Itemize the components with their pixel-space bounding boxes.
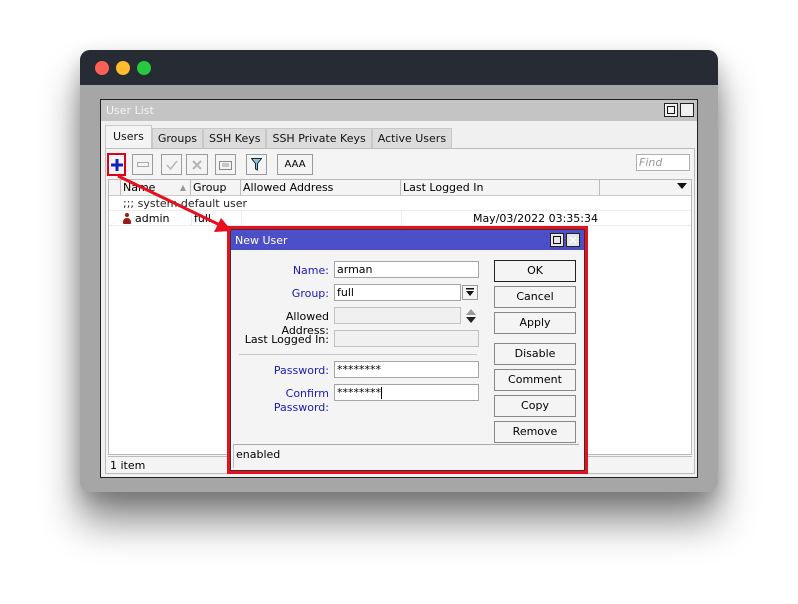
maximize-button[interactable] [664,103,678,117]
disable-button[interactable]: Disable [494,343,576,365]
group-dropdown-button[interactable] [462,285,478,300]
minimize-window-button[interactable] [116,61,130,75]
maximize-window-button[interactable] [137,61,151,75]
close-icon: ✕ [682,103,692,117]
divider [239,354,477,355]
filter-icon [251,158,262,171]
enable-button[interactable] [161,154,182,175]
cell-allowed-address [241,211,401,225]
comment-row: ;;; system default user [109,196,691,211]
last-logged-in-label: Last Logged In: [244,333,329,346]
remove-button[interactable]: Remove [494,421,576,443]
comment-icon [219,160,232,170]
name-field[interactable]: arman [334,261,479,278]
sort-icon: ▲ [179,183,186,192]
ok-button[interactable]: OK [494,260,576,282]
chevron-down-icon [677,183,687,189]
mac-titlebar [80,50,718,85]
column-group[interactable]: Group [191,180,241,195]
expand-collapse-icon[interactable] [466,309,476,323]
filter-button[interactable] [246,154,267,175]
allowed-address-field[interactable] [334,307,461,324]
comment-button[interactable] [215,154,236,175]
confirm-password-label: Confirm Password: [273,387,329,414]
dropdown-icon [466,288,474,296]
dialog-close-button[interactable]: ✕ [566,233,580,247]
user-list-titlebar: User List ✕ [101,100,697,121]
cross-icon [192,159,202,170]
cancel-button[interactable]: Cancel [494,286,576,308]
dialog-titlebar: New User ✕ [231,230,584,250]
remove-button[interactable] [132,154,153,175]
tab-ssh-keys[interactable]: SSH Keys [203,128,267,149]
table-header: Name ▲ Group Allowed Address Last Logged … [109,180,691,196]
disable-button[interactable] [186,154,208,175]
maximize-icon [553,236,561,244]
cell-name: admin [135,211,170,225]
tab-active-users[interactable]: Active Users [371,128,453,149]
comment-button[interactable]: Comment [494,369,576,391]
close-icon: ✕ [568,233,578,247]
check-icon [165,160,178,170]
tab-groups[interactable]: Groups [151,128,204,149]
group-label: Group: [291,287,329,300]
column-allowed-address[interactable]: Allowed Address [241,180,401,195]
find-input[interactable]: Find [636,154,690,171]
password-label: Password: [273,364,329,377]
password-field[interactable]: ******** [334,361,479,378]
column-last-logged-in[interactable]: Last Logged In [401,180,600,195]
window-title: User List [106,104,154,117]
user-icon [123,212,131,224]
tab-users[interactable]: Users [105,125,152,149]
last-logged-in-field [334,330,479,347]
toolbar: AAA Find [106,149,694,179]
group-select[interactable]: full [334,284,461,301]
aaa-button[interactable]: AAA [277,154,313,175]
tab-bar: Users Groups SSH Keys SSH Private Keys A… [105,125,453,149]
tab-ssh-private-keys[interactable]: SSH Private Keys [266,128,372,149]
close-window-button[interactable] [95,61,109,75]
cell-last-logged-in: May/03/2022 03:35:34 [401,211,600,225]
name-label: Name: [292,264,329,277]
add-button[interactable] [107,153,126,176]
add-icon [110,158,123,171]
close-button[interactable]: ✕ [680,103,694,117]
dialog-title: New User [235,234,288,247]
maximize-icon [667,106,675,114]
dialog-status-bar: enabled [233,444,579,468]
column-menu[interactable] [600,180,691,195]
cell-group: full [191,211,241,225]
dialog-maximize-button[interactable] [550,233,564,247]
text-cursor [381,387,382,399]
copy-button[interactable]: Copy [494,395,576,417]
minus-icon [136,161,149,167]
confirm-password-field[interactable]: ******** [334,384,479,401]
apply-button[interactable]: Apply [494,312,576,334]
table-row[interactable]: admin full May/03/2022 03:35:34 [109,211,691,226]
new-user-dialog: New User ✕ Name: arman Group: full Allow… [227,226,588,474]
column-name[interactable]: Name ▲ [121,180,191,195]
